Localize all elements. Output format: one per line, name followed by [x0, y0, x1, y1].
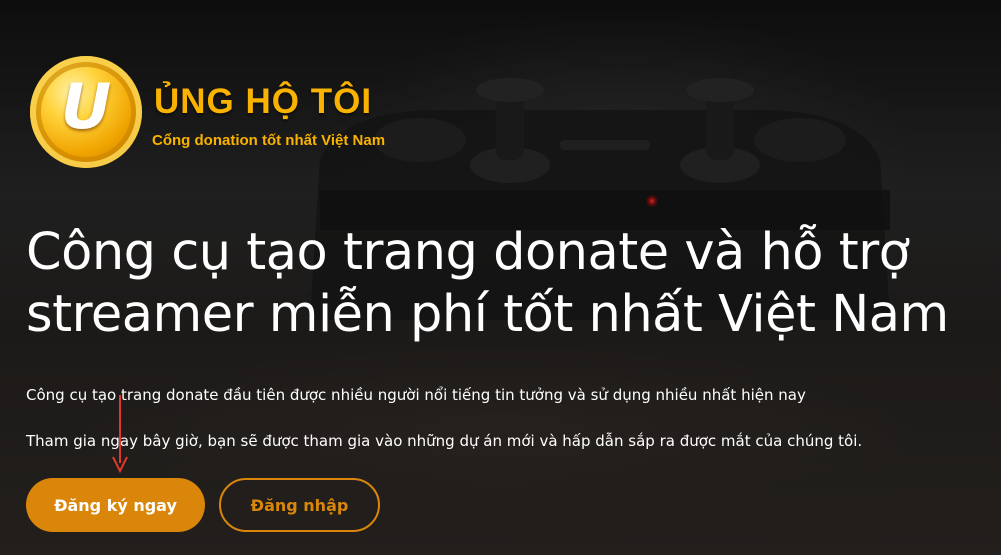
- coin-logo-icon: U: [30, 56, 142, 168]
- logo-title: ỦNG HỘ TÔI: [154, 82, 373, 121]
- site-logo[interactable]: U ỦNG HỘ TÔI Cổng donation tốt nhất Việt…: [30, 56, 400, 172]
- headline-line-1: Công cụ tạo trang donate và hỗ trợ: [26, 223, 910, 282]
- hero-description-1: Công cụ tạo trang donate đầu tiên được n…: [26, 386, 806, 404]
- headline-line-2: streamer miễn phí tốt nhất Việt Nam: [26, 285, 949, 344]
- hero-headline: Công cụ tạo trang donate và hỗ trợ strea…: [26, 222, 996, 346]
- red-arrow-icon: [112, 395, 128, 474]
- register-button[interactable]: Đăng ký ngay: [26, 478, 205, 532]
- coin-letter: U: [60, 70, 112, 143]
- logo-tagline: Cổng donation tốt nhất Việt Nam: [152, 132, 386, 149]
- login-button[interactable]: Đăng nhập: [219, 478, 380, 532]
- hero-description-2: Tham gia ngay bây giờ, bạn sẽ được tham …: [26, 432, 863, 450]
